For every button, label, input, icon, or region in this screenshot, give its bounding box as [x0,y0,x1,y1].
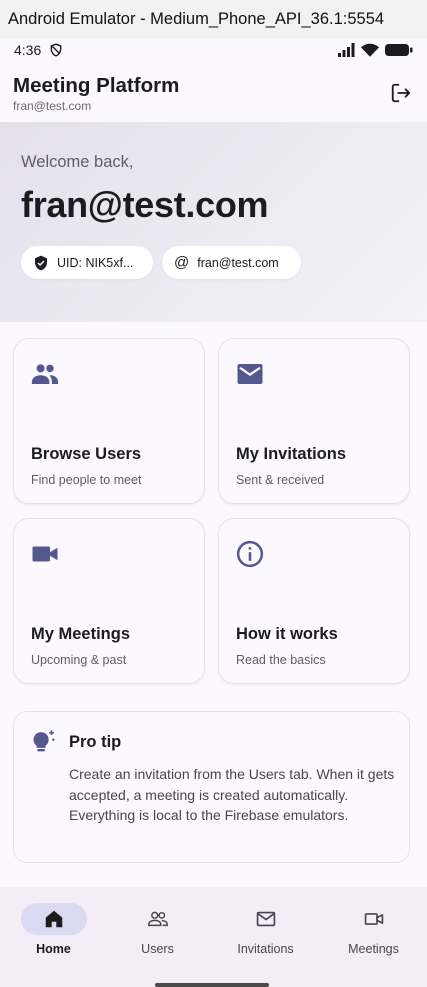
nav-label: Home [36,942,71,956]
nav-item-meetings[interactable]: Meetings [320,887,427,987]
home-icon [45,910,62,928]
verified-shield-icon [35,255,47,270]
card-subtitle: Upcoming & past [31,653,127,667]
app-screen: 4:36 Meeting Platform fran@test.com Welc… [0,38,427,987]
nav-item-home[interactable]: Home [0,887,107,987]
card-title: How it works [236,625,338,643]
card-title: Browse Users [31,445,142,463]
browse-users-card[interactable]: Browse Users Find people to meet [13,338,205,504]
email-chip-label: fran@test.com [197,255,279,270]
mail-outline-icon [256,911,275,927]
pro-tip-card: Pro tip Create an invitation from the Us… [13,711,410,863]
card-subtitle: Sent & received [236,473,325,487]
nav-label: Meetings [348,942,399,956]
card-title: My Invitations [236,445,347,463]
my-invitations-card[interactable]: My Invitations Sent & received [218,338,410,504]
status-bar: 4:36 [0,38,427,62]
window-title: Android Emulator - Medium_Phone_API_36.1… [8,9,385,28]
people-icon [30,359,60,389]
how-it-works-card[interactable]: How it works Read the basics [218,518,410,684]
video-camera-icon [30,539,60,569]
lightbulb-icon [30,728,58,756]
logout-icon [391,83,411,103]
welcome-hero: Welcome back, fran@test.com UID: NIK5xf.… [0,122,427,322]
bottom-navigation-bar: Home Users Invitations Meetings [0,887,427,987]
video-outline-icon [364,913,383,925]
users-icon [147,911,168,927]
uid-chip[interactable]: UID: NIK5xf... [21,246,153,279]
cell-signal-icon [337,43,355,57]
status-time: 4:36 [14,42,42,58]
nav-indicator [20,903,87,935]
wifi-icon [361,43,379,57]
nav-indicator [125,903,191,935]
top-app-bar: Meeting Platform fran@test.com [0,68,427,122]
mail-icon [235,359,265,389]
vpn-shield-icon [49,43,63,57]
nav-label: Users [141,942,174,956]
uid-chip-label: UID: NIK5xf... [57,255,134,270]
at-sign-icon: @ [174,254,190,271]
email-chip[interactable]: @ fran@test.com [162,246,301,279]
card-subtitle: Find people to meet [31,473,142,487]
nav-indicator [233,903,299,935]
welcome-text: Welcome back, [21,153,134,171]
user-email-heading: fran@test.com [21,184,269,225]
nav-indicator [341,903,407,935]
window-title-bar: Android Emulator - Medium_Phone_API_36.1… [0,0,427,38]
app-subtitle: fran@test.com [13,99,92,113]
logout-button[interactable] [388,80,414,106]
my-meetings-card[interactable]: My Meetings Upcoming & past [13,518,205,684]
pro-tip-title: Pro tip [69,733,122,751]
card-subtitle: Read the basics [236,653,326,667]
app-title: Meeting Platform [13,74,180,97]
nav-label: Invitations [237,942,294,956]
nav-item-users[interactable]: Users [104,887,211,987]
battery-icon [385,43,413,57]
nav-item-invitations[interactable]: Invitations [212,887,319,987]
card-title: My Meetings [31,625,131,643]
pro-tip-body: Create an invitation from the Users tab.… [69,766,395,823]
gesture-handle[interactable] [155,983,269,987]
info-icon [235,539,265,569]
